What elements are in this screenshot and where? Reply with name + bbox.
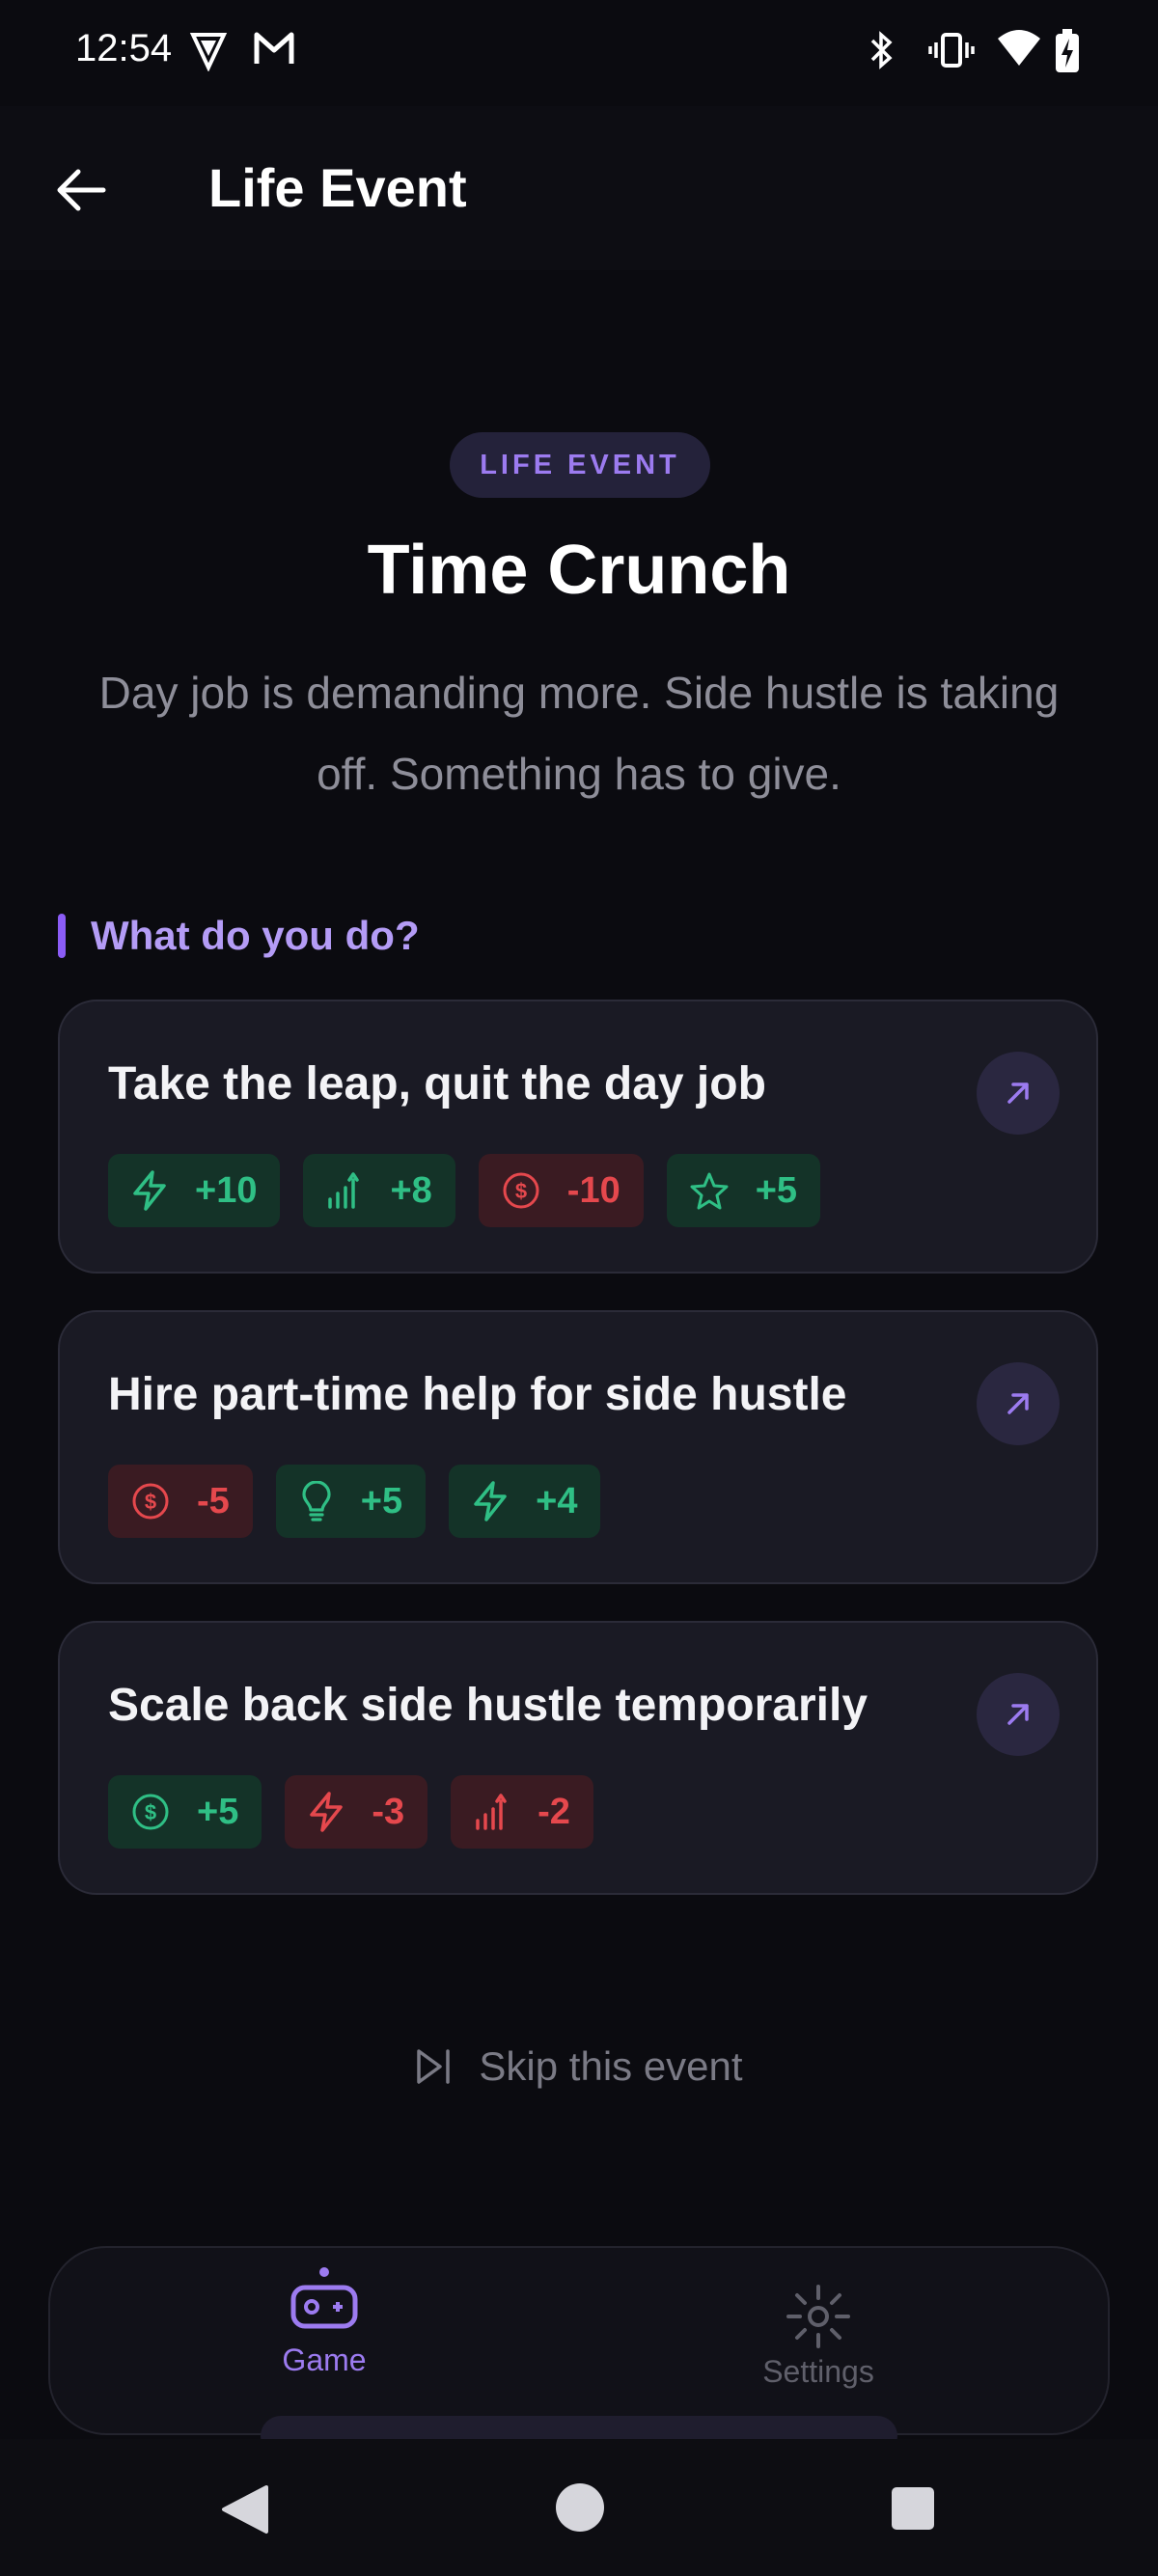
effect-chip: +10 (108, 1154, 281, 1227)
effect-value: +10 (195, 1169, 258, 1211)
choice-card[interactable]: Hire part-time help for side hustle $ -5 +5… (58, 1310, 1098, 1584)
effects-row: $ +5 -3 -2 (108, 1775, 617, 1849)
circle-home-icon (556, 2483, 604, 2532)
effect-chip: +5 (275, 1465, 427, 1538)
vibrate-icon (928, 29, 975, 76)
arrow-up-right-icon (1007, 1393, 1029, 1414)
system-home-button[interactable] (554, 2481, 606, 2538)
effect-chip: $ +5 (108, 1775, 262, 1849)
svg-text:$: $ (145, 1800, 156, 1824)
vpn-shield-icon (189, 29, 228, 76)
skip-event-button[interactable]: Skip this event (0, 2043, 1158, 2090)
effect-value: +8 (390, 1169, 432, 1211)
effect-chip: +4 (449, 1465, 601, 1538)
nav-item-game[interactable]: Game (179, 2267, 469, 2378)
effect-value: -10 (566, 1169, 620, 1211)
lightning-icon (472, 1481, 524, 1521)
active-indicator-dot (319, 2267, 329, 2277)
effects-row: $ -5 +5 +4 (108, 1465, 623, 1538)
choice-title: Hire part-time help for side hustle (108, 1369, 847, 1420)
arrow-up-right-icon (1007, 1704, 1029, 1725)
growth-bars-icon (326, 1170, 378, 1211)
gamepad-icon (290, 2285, 358, 2329)
money-icon: $ (131, 1482, 185, 1521)
bottom-navigation: Game Settings (48, 2246, 1110, 2435)
event-type-badge: LIFE EVENT (450, 432, 710, 498)
skip-label: Skip this event (479, 2043, 743, 2089)
section-label: What do you do? (91, 913, 420, 958)
select-choice-button[interactable] (977, 1362, 1060, 1445)
effect-value: -5 (197, 1480, 230, 1521)
arrow-left-icon (57, 169, 106, 211)
wifi-icon (996, 29, 1042, 72)
lightning-icon (131, 1170, 183, 1211)
svg-text:$: $ (515, 1179, 527, 1203)
effect-value: +5 (197, 1791, 239, 1832)
nav-label-settings: Settings (762, 2354, 874, 2389)
choices-section-header: What do you do? (58, 913, 420, 959)
effect-chip: -3 (285, 1775, 428, 1849)
square-recents-icon (892, 2487, 934, 2530)
bluetooth-icon (867, 29, 896, 76)
skip-icon (417, 2049, 451, 2084)
gear-icon (786, 2285, 850, 2348)
effect-chip: $ -10 (478, 1154, 644, 1227)
select-choice-button[interactable] (977, 1052, 1060, 1135)
section-accent-bar (58, 914, 66, 958)
select-choice-button[interactable] (977, 1673, 1060, 1756)
effect-value: +5 (755, 1169, 798, 1211)
effects-row: +10 +8 $ -10 +5 (108, 1154, 843, 1227)
choice-title: Take the leap, quit the day job (108, 1058, 766, 1110)
event-title: Time Crunch (367, 532, 791, 609)
effect-value: +5 (360, 1480, 403, 1521)
svg-text:$: $ (145, 1490, 156, 1514)
back-button[interactable] (50, 159, 112, 221)
growth-bars-icon (474, 1792, 526, 1832)
lightbulb-icon (299, 1481, 349, 1521)
triangle-back-icon (222, 2485, 268, 2534)
nav-item-settings[interactable]: Settings (674, 2283, 963, 2390)
page-title: Life Event (208, 157, 467, 218)
effect-chip: +8 (303, 1154, 455, 1227)
app-bar: Life Event (0, 106, 1158, 270)
effect-chip: +5 (666, 1154, 821, 1227)
choice-card[interactable]: Scale back side hustle temporarily $ +5 -3 -… (58, 1621, 1098, 1895)
money-icon: $ (131, 1793, 185, 1831)
event-description: Day job is demanding more. Side hustle i… (98, 668, 1060, 799)
effect-value: -3 (372, 1791, 405, 1832)
system-back-button[interactable] (220, 2483, 270, 2540)
effect-value: -2 (538, 1791, 570, 1832)
lightning-icon (308, 1792, 360, 1832)
choice-card[interactable]: Take the leap, quit the day job +10 +8 $ -10… (58, 1000, 1098, 1274)
effect-value: +4 (536, 1480, 578, 1521)
battery-charging-icon (1054, 29, 1081, 78)
money-icon: $ (502, 1171, 556, 1210)
status-time: 12:54 (75, 27, 173, 69)
system-recents-button[interactable] (890, 2485, 936, 2536)
arrow-up-right-icon (1007, 1082, 1029, 1104)
gmail-icon (253, 29, 295, 72)
effect-chip: -2 (451, 1775, 593, 1849)
star-icon (690, 1171, 744, 1210)
effect-chip: $ -5 (108, 1465, 253, 1538)
nav-label-game: Game (282, 2343, 367, 2377)
choice-title: Scale back side hustle temporarily (108, 1680, 868, 1731)
status-bar: 12:54 (0, 0, 1158, 106)
system-navigation-bar (0, 2439, 1158, 2576)
